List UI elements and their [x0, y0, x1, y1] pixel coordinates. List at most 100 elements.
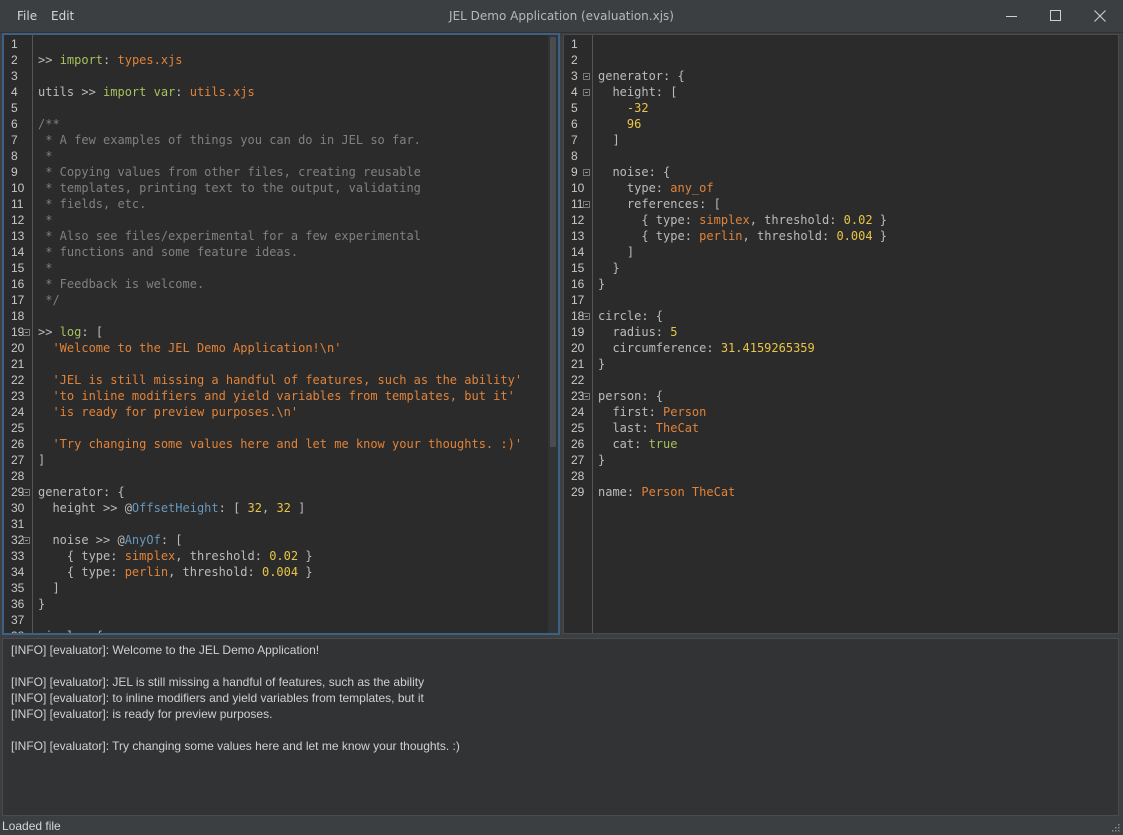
code-token: height: [ [598, 85, 678, 99]
line-number-gutter: 1 2 3 4 5 6 7 8 9 10 11 12 13 14 15 16 17 18 19 20 21 22 23 24 2… [4, 35, 33, 633]
line-number: 15 [11, 261, 25, 275]
code-token: 'Welcome to the JEL Demo Application!\n' [52, 341, 342, 355]
code-token: ] [38, 581, 60, 595]
code-line: utils >> import var: utils.xjs [38, 84, 255, 100]
line-number: 38 [11, 628, 24, 633]
line-number: 35 [11, 581, 25, 595]
line-number: 19 [571, 325, 585, 339]
fold-collapse-icon[interactable] [23, 489, 30, 496]
code-line: noise: { [598, 164, 670, 180]
code-token: 96 [626, 117, 642, 131]
code-token: cat: [598, 437, 649, 451]
line-number: 6 [11, 117, 18, 131]
code-token: { type: [598, 213, 700, 227]
code-line: -32 [598, 100, 649, 116]
line-number: 14 [571, 245, 585, 259]
source-editor[interactable]: 1 2 3 4 5 6 7 8 9 10 11 12 13 14 15 16 17 18 19 20 21 22 23 24 2… [2, 33, 560, 635]
code-token: * A few examples of things you can do in… [38, 133, 421, 147]
line-number: 7 [11, 133, 18, 147]
fold-collapse-icon[interactable] [23, 329, 30, 336]
code-token: references: [ [598, 197, 721, 211]
line-number: 4 [571, 85, 578, 99]
code-line: type: any_of [598, 180, 714, 196]
fold-collapse-icon[interactable] [583, 89, 590, 96]
code-token: * functions and some feature ideas. [38, 245, 299, 259]
code-token: } [872, 229, 888, 243]
line-number: 25 [11, 421, 25, 435]
menu-file[interactable]: File [17, 9, 37, 23]
code-area[interactable]: >> import: types.xjs utils >> import var:… [38, 35, 546, 633]
code-token: } [298, 565, 313, 579]
line-number: 12 [11, 213, 25, 227]
code-token: import [59, 53, 104, 67]
code-line: * fields, etc. [38, 196, 146, 212]
line-number: 23 [11, 389, 25, 403]
fold-collapse-icon[interactable] [583, 73, 590, 80]
code-line: circle: { [598, 308, 663, 324]
code-token: 0.02 [843, 213, 873, 227]
menu-edit[interactable]: Edit [51, 9, 74, 23]
code-token: , threshold: [749, 213, 844, 227]
line-number: 28 [11, 469, 25, 483]
line-number: 20 [11, 341, 25, 355]
output-editor[interactable]: 1 2 3 4 5 6 7 8 9 10 11 12 13 14 15 16 17 18 19 20 21 22 23 24 2… [563, 34, 1119, 634]
scrollbar-thumb[interactable] [550, 37, 556, 447]
fold-collapse-icon[interactable] [583, 201, 590, 208]
code-line: 'JEL is still missing a handful of featu… [38, 372, 522, 388]
vertical-scrollbar[interactable] [548, 35, 558, 633]
code-token: generator: { [38, 485, 125, 499]
console-output[interactable]: [INFO] [evaluator]: Welcome to the JEL D… [2, 638, 1119, 816]
line-number: 33 [11, 549, 25, 563]
window-title: JEL Demo Application (evaluation.xjs) [449, 9, 674, 23]
code-token: 'Try changing some values here and let m… [52, 437, 523, 451]
code-token: 'to inline modifiers and yield variables… [52, 389, 515, 403]
line-number: 18 [11, 309, 25, 323]
code-token: , [261, 501, 277, 515]
line-number: 12 [571, 213, 585, 227]
line-number: 2 [571, 53, 578, 67]
code-token: circle: { [598, 309, 664, 323]
console-line: [INFO] [evaluator]: Try changing some va… [11, 739, 460, 753]
fold-collapse-icon[interactable] [583, 313, 590, 320]
code-token: * [38, 149, 53, 163]
code-token: log [59, 325, 82, 339]
code-token: * [38, 261, 53, 275]
fold-collapse-icon[interactable] [583, 393, 590, 400]
code-line: cat: true [598, 436, 677, 452]
line-number: 29 [571, 485, 585, 499]
fold-collapse-icon[interactable] [23, 537, 30, 544]
line-number: 37 [11, 613, 25, 627]
line-number: 27 [571, 453, 585, 467]
code-token: { type: [38, 549, 125, 563]
code-line: * [38, 260, 52, 276]
line-number: 27 [11, 453, 25, 467]
line-number: 13 [11, 229, 25, 243]
code-token: any_of [670, 181, 714, 195]
code-line: noise >> @AnyOf: [ [38, 532, 182, 548]
code-area[interactable]: generator: { height: [ -32 96 ] noise: {… [598, 35, 1106, 633]
line-number: 36 [11, 597, 25, 611]
close-button[interactable] [1078, 0, 1122, 32]
code-line: last: TheCat [598, 420, 699, 436]
fold-collapse-icon[interactable] [583, 169, 590, 176]
code-line: name: Person TheCat [598, 484, 735, 500]
line-number: 34 [11, 565, 25, 579]
code-line: { type: perlin, threshold: 0.004 } [598, 228, 887, 244]
title-bar: File Edit JEL Demo Application (evaluati… [0, 0, 1123, 33]
code-token: person: { [598, 389, 664, 403]
code-line: * Also see files/experimental for a few … [38, 228, 421, 244]
line-number: 17 [11, 293, 25, 307]
line-number: 5 [11, 101, 18, 115]
line-number: 9 [11, 165, 18, 179]
minimize-button[interactable] [990, 0, 1034, 32]
resize-grip-icon[interactable] [1112, 824, 1120, 832]
line-number: 8 [11, 149, 18, 163]
line-number: 16 [571, 277, 585, 291]
code-line: { type: perlin, threshold: 0.004 } [38, 564, 313, 580]
maximize-button[interactable] [1034, 0, 1078, 32]
line-number: 21 [571, 357, 585, 371]
code-token: generator: { [598, 69, 685, 83]
code-token: 32 [247, 501, 262, 515]
code-line: circumference: 31.4159265359 [598, 340, 814, 356]
